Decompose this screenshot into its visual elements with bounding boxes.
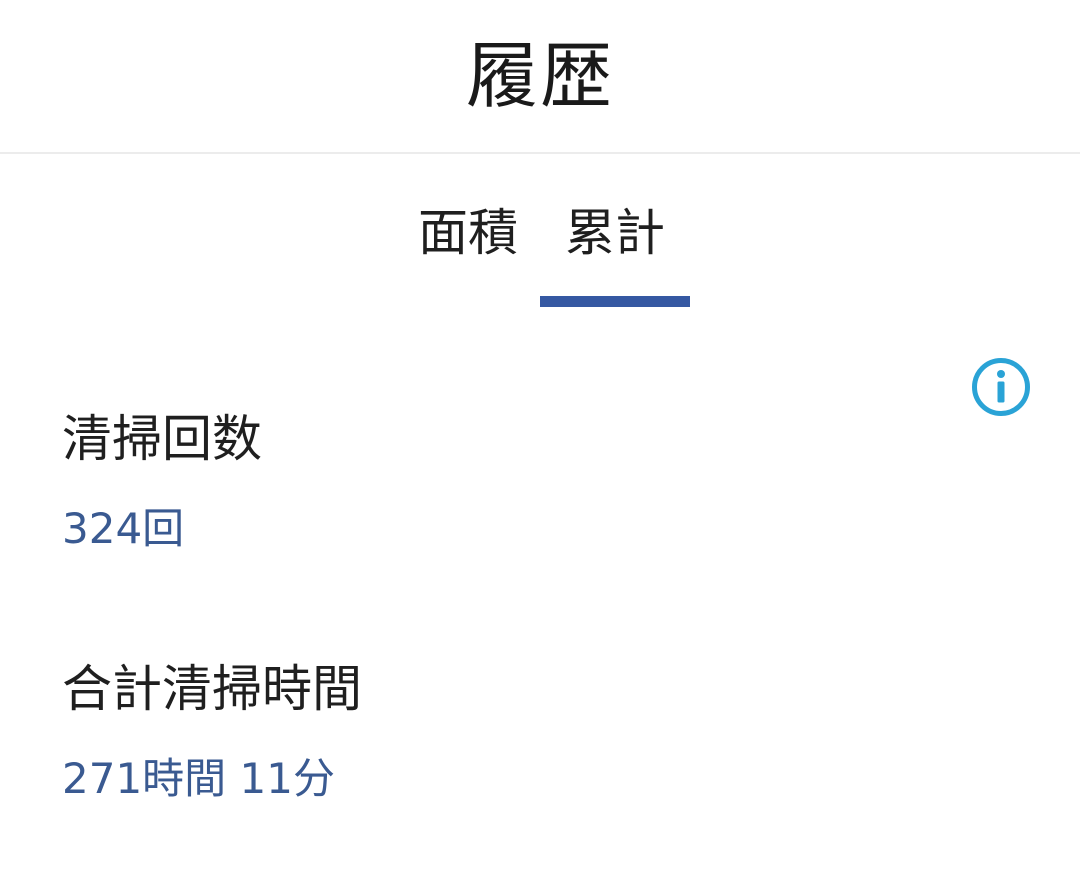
selected-tab-indicator xyxy=(540,296,690,307)
clean-count-label: 清掃回数 xyxy=(62,410,262,468)
clean-count-value: 324回 xyxy=(62,504,185,553)
page-title: 履歴 xyxy=(465,34,614,118)
total-time-label: 合計清掃時間 xyxy=(62,660,362,718)
total-time-value: 271時間 11分 xyxy=(62,754,335,803)
history-screen: 履歴 面積 累計 清掃回数 324回 合計清掃時間 271時間 11分 xyxy=(0,0,1080,882)
tab-total[interactable]: 累計 xyxy=(540,208,690,308)
info-button[interactable] xyxy=(970,356,1032,418)
tab-bar: 面積 累計 xyxy=(0,154,1080,314)
top-app-bar: 履歴 xyxy=(0,0,1080,154)
tab-area[interactable]: 面積 xyxy=(412,208,524,308)
info-circle-icon xyxy=(972,358,1030,416)
